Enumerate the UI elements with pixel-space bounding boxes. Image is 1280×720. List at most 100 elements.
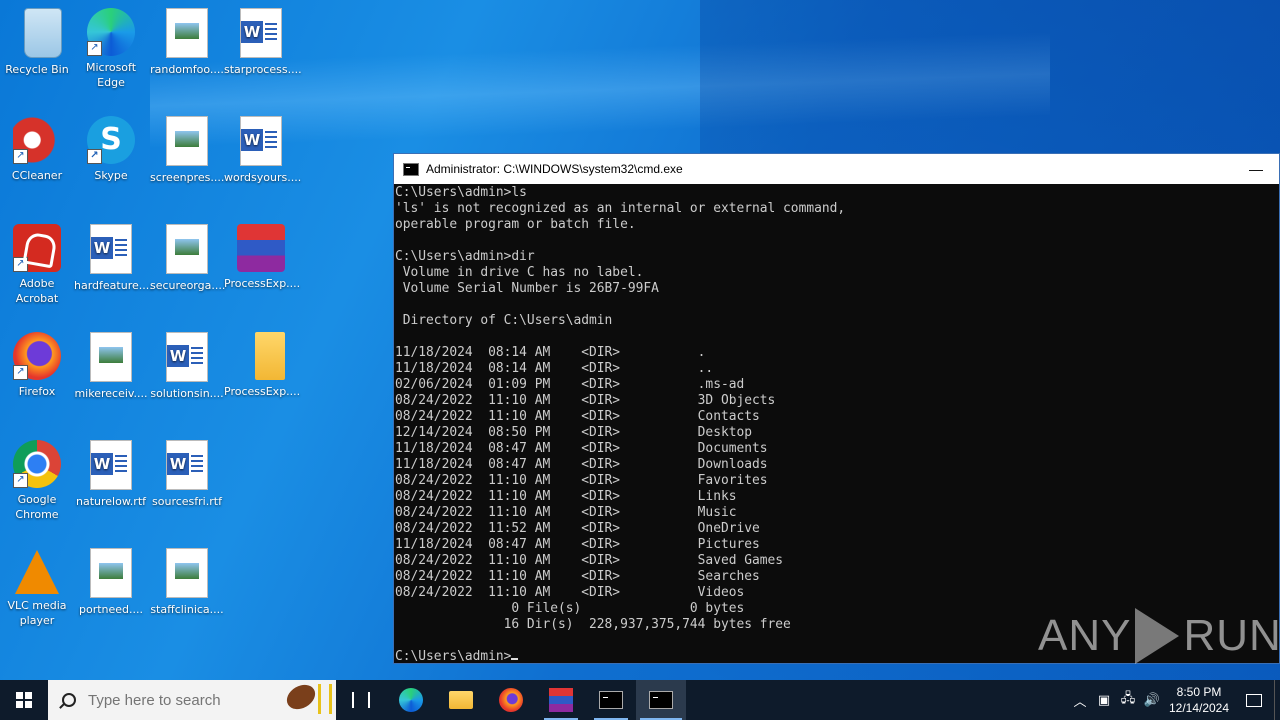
taskbar-firefox[interactable] <box>486 680 536 720</box>
desktop-icon-processexp-rar[interactable]: ProcessExp.... <box>224 218 301 291</box>
desktop-icon-label: VLC media player <box>7 599 67 627</box>
task-view-button[interactable] <box>336 680 386 720</box>
desktop-icon-staffclinica[interactable]: staffclinica.... <box>150 542 224 617</box>
desktop: Recycle Bin ↗ CCleaner ↗ Adobe Acrobat ↗… <box>0 0 1280 680</box>
desktop-icon-processexp-folder[interactable]: ProcessExp.... <box>224 326 301 399</box>
taskbar-cmd-2[interactable] <box>636 680 686 720</box>
desktop-icon-label: staffclinica.... <box>150 603 224 616</box>
desktop-icon-naturelow[interactable]: W naturelow.rtf <box>74 434 148 509</box>
word-doc-icon: W <box>90 224 132 274</box>
desktop-icon-solutionsin[interactable]: W solutionsin.... <box>150 326 224 401</box>
meet-now-icon[interactable]: ▣ <box>1092 693 1116 708</box>
desktop-icon-label: solutionsin.... <box>150 387 224 400</box>
word-doc-icon: W <box>90 440 132 490</box>
taskbar: ︿ ▣ 🖧 🔊 8:50 PM 12/14/2024 <box>0 680 1280 720</box>
cmd-icon <box>599 691 623 709</box>
image-file-icon <box>166 224 208 274</box>
desktop-icon-label: sourcesfri.rtf <box>152 495 222 508</box>
play-triangle-icon <box>1135 608 1180 664</box>
desktop-icon-recycle-bin[interactable]: Recycle Bin <box>0 2 74 77</box>
shortcut-arrow-icon: ↗ <box>13 365 28 380</box>
desktop-icon-label: Firefox <box>18 385 56 398</box>
chrome-icon: ↗ <box>13 440 61 488</box>
console-text: C:\Users\admin>ls 'ls' is not recognized… <box>395 185 846 632</box>
desktop-icon-hardfeature[interactable]: W hardfeature.... <box>74 218 153 293</box>
cmd-window[interactable]: Administrator: C:\WINDOWS\system32\cmd.e… <box>393 153 1280 664</box>
taskbar-search[interactable] <box>48 680 336 720</box>
image-file-icon <box>166 116 208 166</box>
desktop-icon-firefox[interactable]: ↗ Firefox <box>0 326 74 399</box>
taskbar-file-explorer[interactable] <box>436 680 486 720</box>
desktop-icon-label: hardfeature.... <box>74 279 153 292</box>
network-icon[interactable]: 🖧 <box>1116 689 1140 711</box>
desktop-icon-label: Recycle Bin <box>5 63 69 76</box>
firefox-icon <box>499 688 523 712</box>
window-title: Administrator: C:\WINDOWS\system32\cmd.e… <box>426 162 683 176</box>
desktop-icon-label: Skype <box>94 169 128 182</box>
desktop-icon-randomfoo[interactable]: randomfoo.... <box>150 2 224 77</box>
cmd-icon <box>649 691 673 709</box>
image-file-icon <box>166 548 208 598</box>
taskbar-winrar[interactable] <box>536 680 586 720</box>
console-prompt: C:\Users\admin> <box>395 649 512 663</box>
desktop-icon-label: ProcessExp.... <box>224 385 301 398</box>
desktop-icon-secureorga[interactable]: secureorga.... <box>150 218 225 293</box>
desktop-icon-google-chrome[interactable]: ↗ Google Chrome <box>0 434 74 522</box>
shortcut-arrow-icon: ↗ <box>13 149 28 164</box>
watermark-left: ANY <box>1038 611 1132 660</box>
desktop-icon-microsoft-edge[interactable]: ↗ Microsoft Edge <box>74 2 148 90</box>
desktop-icon-label: randomfoo.... <box>150 63 224 76</box>
edge-icon: ↗ <box>87 8 135 56</box>
recycle-bin-icon <box>24 8 62 58</box>
ccleaner-icon: ↗ <box>13 116 61 164</box>
task-view-icon <box>352 692 370 708</box>
search-icon <box>62 693 76 707</box>
desktop-icon-starprocess[interactable]: W starprocess.... <box>224 2 302 77</box>
desktop-icon-skype[interactable]: S ↗ Skype <box>74 110 148 183</box>
desktop-icon-ccleaner[interactable]: ↗ CCleaner <box>0 110 74 183</box>
text-cursor <box>511 658 519 660</box>
clock-date: 12/14/2024 <box>1168 701 1230 715</box>
minimize-button[interactable]: — <box>1233 154 1279 184</box>
word-doc-icon: W <box>240 116 282 166</box>
firefox-icon: ↗ <box>13 332 61 380</box>
taskbar-edge[interactable] <box>386 680 436 720</box>
desktop-icon-label: wordsyours.... <box>224 171 302 184</box>
search-highlight-football-icon <box>282 680 320 715</box>
show-desktop-button[interactable] <box>1274 680 1280 720</box>
shortcut-arrow-icon: ↗ <box>13 473 28 488</box>
cmd-title-bar[interactable]: Administrator: C:\WINDOWS\system32\cmd.e… <box>394 154 1279 184</box>
clock-time: 8:50 PM <box>1176 685 1222 699</box>
notification-icon <box>1246 693 1262 707</box>
desktop-icon-vlc[interactable]: VLC media player <box>0 542 74 628</box>
desktop-icon-label: ProcessExp.... <box>224 277 301 290</box>
start-button[interactable] <box>0 680 48 720</box>
desktop-icon-label: Adobe Acrobat <box>15 277 59 305</box>
vlc-icon <box>15 550 59 594</box>
word-doc-icon: W <box>166 440 208 490</box>
notification-button[interactable] <box>1234 693 1274 707</box>
image-file-icon <box>166 8 208 58</box>
desktop-icon-wordsyours[interactable]: W wordsyours.... <box>224 110 302 185</box>
desktop-icon-screenpres[interactable]: screenpres.... <box>150 110 224 185</box>
desktop-icon-mikereceiv[interactable]: mikereceiv.... <box>74 326 148 401</box>
shortcut-arrow-icon: ↗ <box>87 149 102 164</box>
folder-icon <box>255 332 285 380</box>
chevron-up-icon[interactable]: ︿ <box>1068 691 1092 710</box>
console-output[interactable]: C:\Users\admin>ls 'ls' is not recognized… <box>395 185 1279 663</box>
word-doc-icon: W <box>166 332 208 382</box>
image-file-icon <box>90 548 132 598</box>
clock[interactable]: 8:50 PM 12/14/2024 <box>1164 684 1234 716</box>
desktop-icon-label: Microsoft Edge <box>85 61 137 89</box>
desktop-icon-adobe-acrobat[interactable]: ↗ Adobe Acrobat <box>0 218 74 306</box>
edge-icon <box>399 688 423 712</box>
desktop-icon-portneed[interactable]: portneed.... <box>74 542 148 617</box>
shortcut-arrow-icon: ↗ <box>87 41 102 56</box>
taskbar-cmd-1[interactable] <box>586 680 636 720</box>
desktop-icon-label: Google Chrome <box>15 493 59 521</box>
desktop-icon-sourcesfri[interactable]: W sourcesfri.rtf <box>150 434 224 509</box>
search-input[interactable] <box>86 690 270 710</box>
volume-icon[interactable]: 🔊 <box>1140 693 1164 708</box>
desktop-icon-label: screenpres.... <box>150 171 225 184</box>
system-tray: ︿ ▣ 🖧 🔊 8:50 PM 12/14/2024 <box>1068 680 1280 720</box>
